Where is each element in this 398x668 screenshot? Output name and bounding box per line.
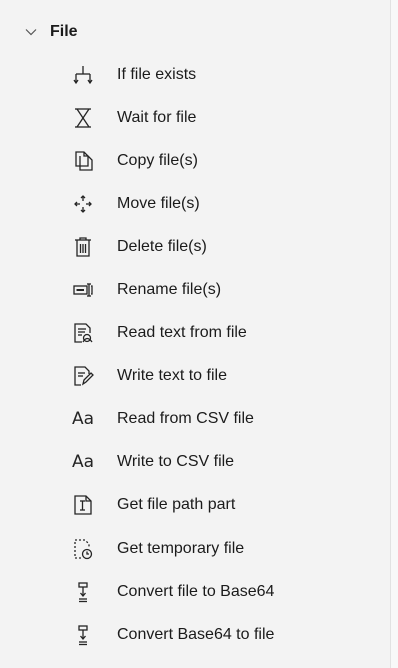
convert-icon bbox=[70, 622, 96, 648]
action-copy-files[interactable]: Copy file(s) bbox=[0, 139, 391, 182]
if-branch-icon bbox=[70, 62, 96, 88]
aa-glyph: Aa bbox=[71, 452, 95, 473]
action-write-text-to-file[interactable]: Write text to file bbox=[0, 355, 391, 398]
action-list: If file exists Wait for file Copy file(s… bbox=[0, 53, 391, 656]
action-label: If file exists bbox=[117, 65, 197, 83]
action-label: Delete file(s) bbox=[117, 237, 207, 255]
action-label: Convert Base64 to file bbox=[117, 625, 275, 643]
action-read-text-from-file[interactable]: Read text from file bbox=[0, 312, 391, 355]
scrollbar[interactable] bbox=[391, 0, 398, 668]
action-read-from-csv-file[interactable]: Aa Read from CSV file bbox=[0, 398, 391, 441]
action-label: Copy file(s) bbox=[117, 151, 198, 169]
action-label: Read from CSV file bbox=[117, 410, 254, 428]
copy-file-icon bbox=[70, 148, 96, 174]
action-label: Rename file(s) bbox=[117, 281, 222, 299]
actions-panel: File If file exists Wait for file Copy f… bbox=[0, 0, 391, 668]
action-convert-file-to-base64[interactable]: Convert file to Base64 bbox=[0, 570, 391, 613]
chevron-down-icon[interactable] bbox=[24, 25, 38, 39]
action-get-temporary-file[interactable]: Get temporary file bbox=[0, 527, 391, 570]
convert-icon bbox=[70, 579, 96, 605]
temp-file-clock-icon bbox=[70, 536, 96, 562]
aa-text-icon: Aa bbox=[70, 406, 96, 432]
write-text-icon bbox=[70, 363, 96, 389]
action-label: Wait for file bbox=[117, 108, 197, 126]
group-title: File bbox=[50, 23, 78, 40]
action-label: Convert file to Base64 bbox=[117, 582, 275, 600]
action-move-files[interactable]: Move file(s) bbox=[0, 182, 391, 225]
read-text-icon bbox=[70, 320, 96, 346]
trash-icon bbox=[70, 234, 96, 260]
action-get-file-path-part[interactable]: Get file path part bbox=[0, 484, 391, 527]
group-header-file[interactable]: File bbox=[0, 14, 391, 50]
action-label: Get temporary file bbox=[117, 539, 245, 557]
action-convert-base64-to-file[interactable]: Convert Base64 to file bbox=[0, 613, 391, 656]
hourglass-icon bbox=[70, 105, 96, 131]
action-if-file-exists[interactable]: If file exists bbox=[0, 53, 391, 96]
action-label: Read text from file bbox=[117, 324, 247, 342]
action-delete-files[interactable]: Delete file(s) bbox=[0, 225, 391, 268]
action-label: Move file(s) bbox=[117, 194, 200, 212]
action-write-to-csv-file[interactable]: Aa Write to CSV file bbox=[0, 441, 391, 484]
action-label: Write text to file bbox=[117, 367, 227, 385]
rename-icon bbox=[70, 277, 96, 303]
action-label: Write to CSV file bbox=[117, 453, 235, 471]
aa-text-icon: Aa bbox=[70, 449, 96, 475]
move-arrows-icon bbox=[70, 191, 96, 217]
aa-glyph: Aa bbox=[71, 409, 95, 430]
file-path-icon bbox=[70, 492, 96, 518]
action-label: Get file path part bbox=[117, 496, 236, 514]
action-rename-files[interactable]: Rename file(s) bbox=[0, 268, 391, 311]
action-wait-for-file[interactable]: Wait for file bbox=[0, 96, 391, 139]
